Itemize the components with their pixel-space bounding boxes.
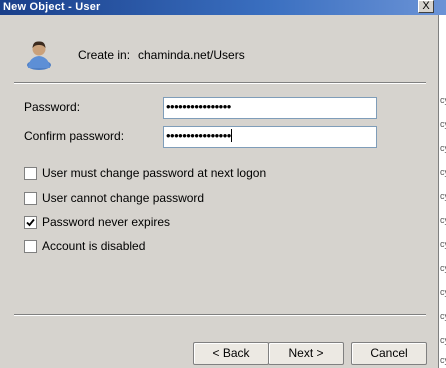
checkbox[interactable] [24, 192, 37, 205]
separator [14, 82, 426, 84]
window-title: New Object - User [3, 1, 101, 13]
new-user-dialog: Create in: chaminda.net/Users Password: … [0, 15, 438, 368]
checkbox-checked[interactable] [24, 216, 37, 229]
checkbox-label: Password never expires [42, 215, 171, 229]
background-text: cy [440, 143, 446, 153]
background-text: cy [440, 215, 446, 225]
cancel-button[interactable]: Cancel [351, 342, 427, 365]
next-button[interactable]: Next > [268, 342, 344, 365]
background-text: cy [440, 311, 446, 321]
back-button[interactable]: < Back [193, 342, 269, 365]
checkbox[interactable] [24, 240, 37, 253]
background-text: cy [440, 167, 446, 177]
checkbox-label: User must change password at next logon [42, 166, 267, 180]
checkbox[interactable] [24, 167, 37, 180]
separator [14, 314, 426, 316]
text-caret [230, 129, 232, 142]
create-in-label: Create in: [78, 48, 131, 62]
background-text: cy [440, 263, 446, 273]
confirm-password-value: •••••••••••••••• [166, 128, 231, 143]
close-button[interactable]: X [418, 0, 434, 13]
checkbox-label: User cannot change password [42, 191, 205, 205]
title-bar[interactable]: New Object - User X [0, 0, 446, 15]
confirm-password-label: Confirm password: [24, 129, 125, 143]
user-icon [27, 41, 51, 70]
background-text: cy [440, 239, 446, 249]
background-text: cy [440, 95, 446, 105]
background-text: cy [440, 335, 446, 345]
background-text: cy [440, 355, 446, 365]
confirm-password-field[interactable]: •••••••••••••••• [163, 126, 377, 148]
checkbox-label: Account is disabled [42, 239, 146, 253]
password-value: •••••••••••••••• [166, 99, 231, 114]
background-window-strip: cy cy cy cy cy cy cy cy cy cy cy cy [438, 15, 446, 368]
checkmark-icon [26, 218, 35, 227]
background-text: cy [440, 191, 446, 201]
create-in-path: chaminda.net/Users [138, 48, 245, 62]
background-text: cy [440, 119, 446, 129]
background-text: cy [440, 287, 446, 297]
password-label: Password: [24, 100, 81, 114]
password-field[interactable]: •••••••••••••••• [163, 97, 377, 119]
